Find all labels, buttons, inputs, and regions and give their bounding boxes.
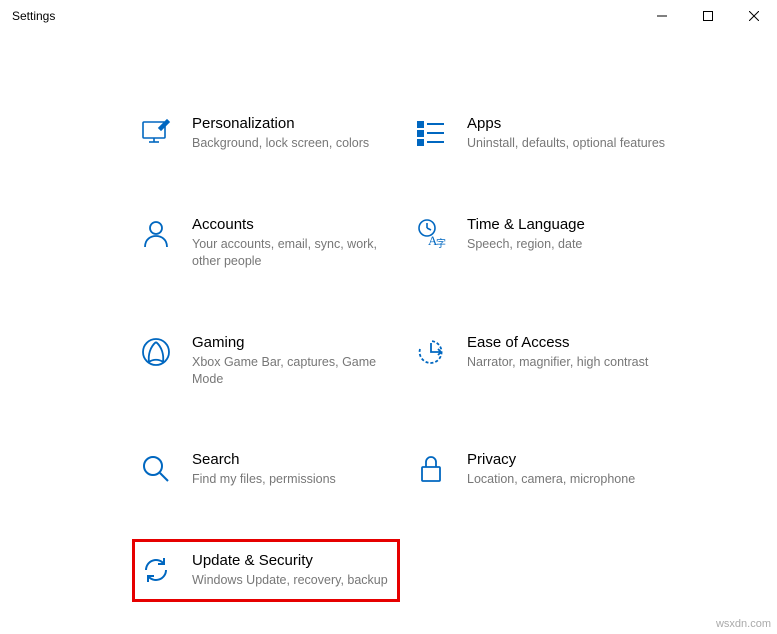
accounts-icon	[138, 216, 174, 252]
window-title: Settings	[12, 9, 55, 23]
tile-privacy[interactable]: Privacy Location, camera, microphone	[410, 448, 675, 491]
tile-title: Update & Security	[192, 552, 394, 569]
ease-of-access-icon	[413, 334, 449, 370]
settings-content: Personalization Background, lock screen,…	[0, 32, 777, 602]
minimize-button[interactable]	[639, 0, 685, 32]
tile-desc: Xbox Game Bar, captures, Game Mode	[192, 354, 397, 388]
tile-title: Privacy	[467, 451, 672, 468]
time-language-icon: A 字	[413, 216, 449, 252]
close-button[interactable]	[731, 0, 777, 32]
tile-title: Gaming	[192, 334, 397, 351]
tile-accounts[interactable]: Accounts Your accounts, email, sync, wor…	[135, 213, 400, 273]
tile-update-security[interactable]: Update & Security Windows Update, recove…	[132, 539, 400, 602]
tile-title: Accounts	[192, 216, 397, 233]
privacy-icon	[413, 451, 449, 487]
svg-text:字: 字	[436, 237, 446, 250]
personalization-icon	[138, 115, 174, 151]
tile-search[interactable]: Search Find my files, permissions	[135, 448, 400, 491]
update-security-icon	[138, 552, 174, 588]
gaming-icon	[138, 334, 174, 370]
titlebar: Settings	[0, 0, 777, 32]
tile-title: Personalization	[192, 115, 397, 132]
tile-desc: Background, lock screen, colors	[192, 135, 397, 152]
window-controls	[639, 0, 777, 32]
tile-title: Ease of Access	[467, 334, 672, 351]
tile-title: Time & Language	[467, 216, 672, 233]
tile-desc: Narrator, magnifier, high contrast	[467, 354, 672, 371]
apps-icon	[413, 115, 449, 151]
tile-desc: Your accounts, email, sync, work, other …	[192, 236, 397, 270]
tile-desc: Speech, region, date	[467, 236, 672, 253]
tile-title: Search	[192, 451, 397, 468]
tile-desc: Find my files, permissions	[192, 471, 397, 488]
tile-personalization[interactable]: Personalization Background, lock screen,…	[135, 112, 400, 155]
tile-gaming[interactable]: Gaming Xbox Game Bar, captures, Game Mod…	[135, 331, 400, 391]
tile-desc: Location, camera, microphone	[467, 471, 672, 488]
tile-desc: Uninstall, defaults, optional features	[467, 135, 672, 152]
search-icon	[138, 451, 174, 487]
maximize-button[interactable]	[685, 0, 731, 32]
settings-grid: Personalization Background, lock screen,…	[135, 112, 747, 602]
tile-title: Apps	[467, 115, 672, 132]
tile-time-language[interactable]: A 字 Time & Language Speech, region, date	[410, 213, 675, 273]
watermark: wsxdn.com	[716, 618, 771, 630]
tile-apps[interactable]: Apps Uninstall, defaults, optional featu…	[410, 112, 675, 155]
tile-desc: Windows Update, recovery, backup	[192, 572, 394, 589]
tile-ease-of-access[interactable]: Ease of Access Narrator, magnifier, high…	[410, 331, 675, 391]
